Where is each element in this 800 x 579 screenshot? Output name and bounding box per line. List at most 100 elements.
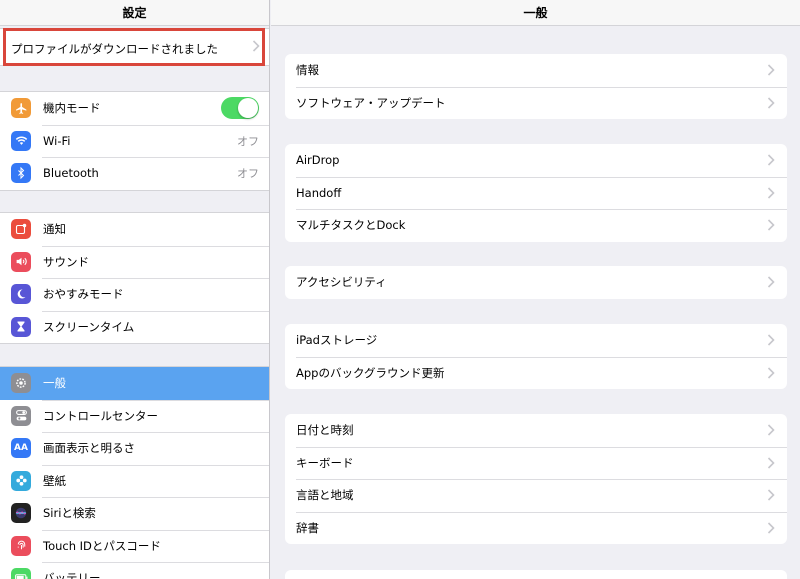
chevron-right-icon [767,521,775,534]
row-label: AirDrop [296,153,340,168]
row-language-region[interactable]: 言語と地域 [285,479,787,512]
main-group-next [285,570,787,579]
row-dictionary[interactable]: 辞書 [285,511,787,545]
bluetooth-icon [11,163,31,184]
row-background-app-refresh[interactable]: Appのバックグラウンド更新 [285,356,787,390]
bluetooth-status-value: オフ [237,167,259,181]
main-group-storage: iPadストレージ Appのバックグラウンド更新 [285,324,787,389]
chevron-right-icon [767,334,775,346]
row-label: 辞書 [296,520,319,535]
row-label: キーボード [296,455,354,470]
row-multitasking-dock[interactable]: マルチタスクとDock [285,209,787,242]
sidebar-item-display-brightness[interactable]: AA 画面表示と明るさ [0,432,269,465]
row-software-update[interactable]: ソフトウェア・アップデート [285,86,787,120]
row-next-partial[interactable] [285,570,787,579]
sidebar-item-wifi[interactable]: Wi-Fi オフ [0,124,269,158]
airplane-icon [11,98,31,119]
row-label: Handoff [296,185,342,200]
sidebar-item-label: Siriと検索 [43,506,96,521]
chevron-right-icon [767,424,775,436]
row-label: ソフトウェア・アップデート [296,95,446,110]
wifi-status-value: オフ [237,134,259,148]
sidebar-item-screen-time[interactable]: スクリーンタイム [0,310,269,344]
sidebar-item-label: おやすみモード [43,287,124,302]
switches-icon [11,405,31,426]
sidebar-item-notifications[interactable]: 通知 [0,213,269,246]
general-settings-panel: 一般 情報 ソフトウェア・アップデート AirDrop Handoff マルチタ… [271,0,800,579]
row-date-time[interactable]: 日付と時刻 [285,414,787,447]
sidebar-item-wallpaper[interactable]: 壁紙 [0,464,269,498]
sidebar-item-touch-id[interactable]: Touch IDとパスコード [0,529,269,563]
sidebar-header: 設定 [0,0,269,26]
sidebar-item-label: コントロールセンター [43,408,158,423]
chevron-right-icon [767,489,775,501]
flower-icon [11,470,31,491]
row-label: アクセシビリティ [296,275,387,290]
main-title: 一般 [523,6,548,20]
chevron-right-icon [767,366,775,379]
chevron-right-icon [767,154,775,166]
gear-icon [11,373,31,394]
row-accessibility[interactable]: アクセシビリティ [285,266,787,299]
row-handoff[interactable]: Handoff [285,176,787,210]
row-ipad-storage[interactable]: iPadストレージ [285,324,787,357]
sidebar-item-control-center[interactable]: コントロールセンター [0,399,269,433]
notifications-icon [11,219,31,240]
sidebar-item-siri-search[interactable]: Siriと検索 [0,497,269,530]
sidebar-item-general[interactable]: 一般 [0,367,269,400]
settings-sidebar: 設定 プロファイルがダウンロードされました 機内モード Wi-Fi オフ Blu… [0,0,270,579]
main-group-continuity: AirDrop Handoff マルチタスクとDock [285,144,787,242]
sidebar-item-label: Touch IDとパスコード [43,538,161,553]
sidebar-item-label: Wi-Fi [43,133,71,148]
row-label: 日付と時刻 [296,423,354,438]
main-group-accessibility: アクセシビリティ [285,266,787,299]
text-size-icon: AA [11,438,31,459]
airplane-mode-toggle[interactable] [221,97,259,120]
main-group-locale: 日付と時刻 キーボード 言語と地域 辞書 [285,414,787,544]
row-label: 情報 [296,63,319,78]
sidebar-item-label: 壁紙 [43,473,66,488]
chevron-right-icon [767,96,775,109]
sidebar-item-label: Bluetooth [43,166,99,181]
sidebar-group-connectivity: 機内モード Wi-Fi オフ Bluetooth オフ [0,91,269,191]
sidebar-title: 設定 [122,6,147,20]
row-airdrop[interactable]: AirDrop [285,144,787,177]
moon-icon [11,284,31,305]
profile-downloaded-label: プロファイルがダウンロードされました [11,42,218,56]
row-label: iPadストレージ [296,333,378,348]
chevron-right-icon [767,64,775,76]
sound-icon [11,251,31,272]
sidebar-item-battery[interactable]: バッテリー [0,562,269,579]
row-label: 言語と地域 [296,488,354,503]
sidebar-item-label: バッテリー [43,571,101,579]
fingerprint-icon [11,535,31,556]
row-label: マルチタスクとDock [296,218,406,233]
main-group-about: 情報 ソフトウェア・アップデート [285,54,787,119]
chevron-right-icon [767,276,775,288]
sidebar-group-notifications: 通知 サウンド おやすみモード スクリーンタイム [0,212,269,344]
chevron-right-icon [767,186,775,199]
sidebar-item-label: スクリーンタイム [43,319,135,334]
chevron-right-icon [767,219,775,231]
sidebar-item-label: 通知 [43,222,66,237]
sidebar-item-label: 画面表示と明るさ [43,441,135,456]
row-about[interactable]: 情報 [285,54,787,87]
sidebar-item-sounds[interactable]: サウンド [0,245,269,279]
sidebar-item-bluetooth[interactable]: Bluetooth オフ [0,157,269,190]
battery-icon [11,568,31,579]
siri-icon [11,503,31,524]
sidebar-item-label: 一般 [43,376,66,391]
sidebar-item-do-not-disturb[interactable]: おやすみモード [0,278,269,311]
wifi-icon [11,130,31,151]
row-keyboard[interactable]: キーボード [285,446,787,480]
sidebar-item-label: 機内モード [43,101,101,116]
chevron-right-icon [252,40,260,52]
row-label: Appのバックグラウンド更新 [296,365,445,380]
main-header: 一般 [271,0,800,26]
sidebar-item-airplane-mode[interactable]: 機内モード [0,92,269,125]
profile-downloaded-row[interactable]: プロファイルがダウンロードされました [0,28,269,66]
hourglass-icon [11,316,31,337]
chevron-right-icon [767,456,775,469]
sidebar-group-general: 一般 コントロールセンター AA 画面表示と明るさ 壁紙 Siriと検索 Tou… [0,366,269,579]
sidebar-item-label: サウンド [43,254,89,269]
